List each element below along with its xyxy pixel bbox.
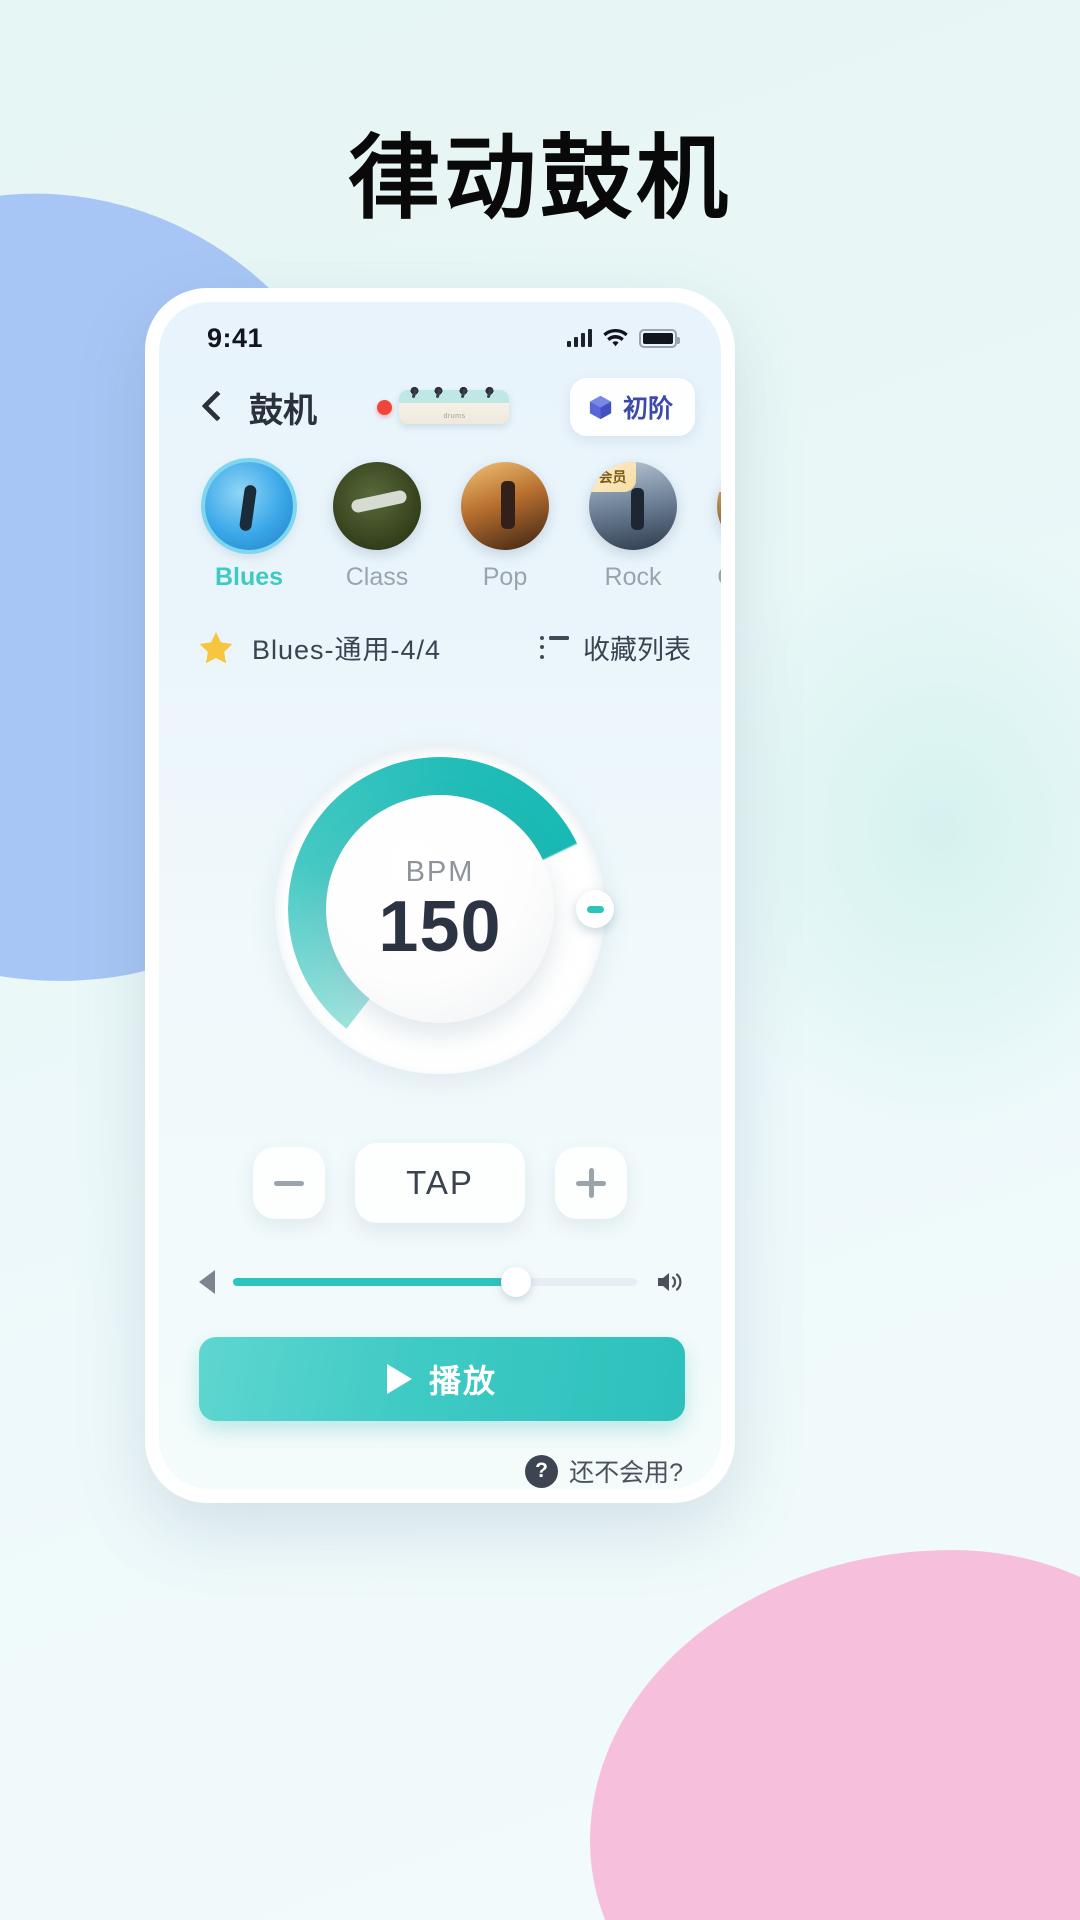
genre-avatar: 会员 bbox=[589, 462, 677, 550]
status-time: 9:41 bbox=[207, 322, 264, 353]
battery-icon bbox=[639, 328, 680, 348]
question-mark-icon: ? bbox=[525, 1454, 559, 1488]
genre-avatar bbox=[461, 462, 549, 550]
recording-dot-icon bbox=[377, 399, 393, 415]
increase-bpm-button[interactable] bbox=[555, 1147, 627, 1219]
play-icon bbox=[386, 1364, 412, 1394]
genre-item-pop[interactable]: Pop bbox=[441, 462, 569, 592]
current-preset[interactable]: Blues-通用-4/4 bbox=[197, 628, 441, 667]
genre-item-country[interactable]: 会员 Country bbox=[697, 462, 721, 592]
genre-label: Class bbox=[345, 563, 409, 591]
play-label: 播放 bbox=[428, 1363, 497, 1399]
cube-icon bbox=[589, 395, 612, 419]
play-area: 播放 bbox=[159, 1295, 721, 1421]
volume-slider-row[interactable] bbox=[159, 1229, 721, 1297]
help-link[interactable]: ? 还不会用? bbox=[159, 1421, 721, 1489]
bpm-unit-label: BPM bbox=[405, 855, 475, 888]
signal-bars-icon bbox=[566, 329, 592, 347]
back-button[interactable] bbox=[193, 387, 233, 427]
dial-center: BPM 150 bbox=[326, 795, 554, 1023]
nav-header: 鼓机 drums 初阶 bbox=[159, 364, 721, 450]
volume-max-icon bbox=[658, 1273, 682, 1291]
list-icon bbox=[540, 636, 569, 659]
wifi-icon bbox=[603, 328, 628, 346]
page-title: 律动鼓机 bbox=[347, 125, 732, 232]
drum-kit-widget[interactable]: drums bbox=[327, 385, 560, 424]
dial-handle-icon[interactable] bbox=[576, 890, 614, 928]
genre-label: Rock bbox=[604, 563, 662, 591]
vip-badge: 会员 bbox=[717, 462, 721, 492]
play-button[interactable]: 播放 bbox=[199, 1337, 685, 1421]
volume-min-icon bbox=[199, 1270, 215, 1294]
genre-label: Blues bbox=[214, 563, 284, 591]
bpm-dial[interactable]: BPM 150 bbox=[275, 744, 614, 1074]
tempo-controls: TAP bbox=[159, 1143, 721, 1229]
genre-label: Country bbox=[697, 563, 721, 592]
volume-handle[interactable] bbox=[500, 1267, 531, 1297]
level-badge-label: 初阶 bbox=[622, 395, 673, 423]
genre-avatar: 会员 bbox=[717, 462, 721, 550]
plus-icon bbox=[576, 1168, 606, 1198]
genre-avatar bbox=[333, 462, 421, 550]
favorites-list-label: 收藏列表 bbox=[583, 635, 691, 665]
mini-drum-kit-icon: drums bbox=[399, 385, 510, 424]
preset-name: Blues-通用-4/4 bbox=[252, 635, 442, 665]
vip-badge: 会员 bbox=[589, 462, 636, 492]
genre-item-blues[interactable]: Blues bbox=[185, 462, 313, 592]
level-badge[interactable]: 初阶 bbox=[569, 378, 695, 436]
help-label: 还不会用? bbox=[569, 1459, 683, 1487]
tap-tempo-button[interactable]: TAP bbox=[355, 1143, 525, 1223]
volume-fill bbox=[233, 1278, 516, 1286]
mini-kit-label: drums bbox=[443, 413, 466, 420]
genre-item-class[interactable]: Class bbox=[313, 462, 441, 592]
genre-list[interactable]: Blues Class Pop 会员 Rock 会员 Country bbox=[159, 450, 721, 592]
genre-avatar bbox=[205, 462, 293, 550]
minus-icon bbox=[274, 1180, 304, 1186]
favorites-list-button[interactable]: 收藏列表 bbox=[540, 628, 691, 667]
volume-track[interactable] bbox=[233, 1267, 637, 1297]
genre-item-rock[interactable]: 会员 Rock bbox=[569, 462, 697, 592]
genre-label: Pop bbox=[482, 563, 528, 591]
status-bar: 9:41 bbox=[159, 302, 721, 364]
star-icon[interactable] bbox=[197, 629, 235, 667]
preset-row: Blues-通用-4/4 收藏列表 bbox=[159, 592, 721, 667]
status-icons bbox=[566, 328, 680, 348]
phone-screen: 9:41 鼓机 drums 初阶 Blues Class Pop 会员 Rock… bbox=[159, 302, 721, 1489]
nav-title: 鼓机 bbox=[249, 391, 317, 430]
bpm-dial-area: BPM 150 bbox=[159, 667, 721, 1143]
phone-mockup: 9:41 鼓机 drums 初阶 Blues Class Pop 会员 Rock… bbox=[145, 288, 735, 1503]
bpm-value: 150 bbox=[378, 886, 502, 967]
decrease-bpm-button[interactable] bbox=[253, 1147, 325, 1219]
